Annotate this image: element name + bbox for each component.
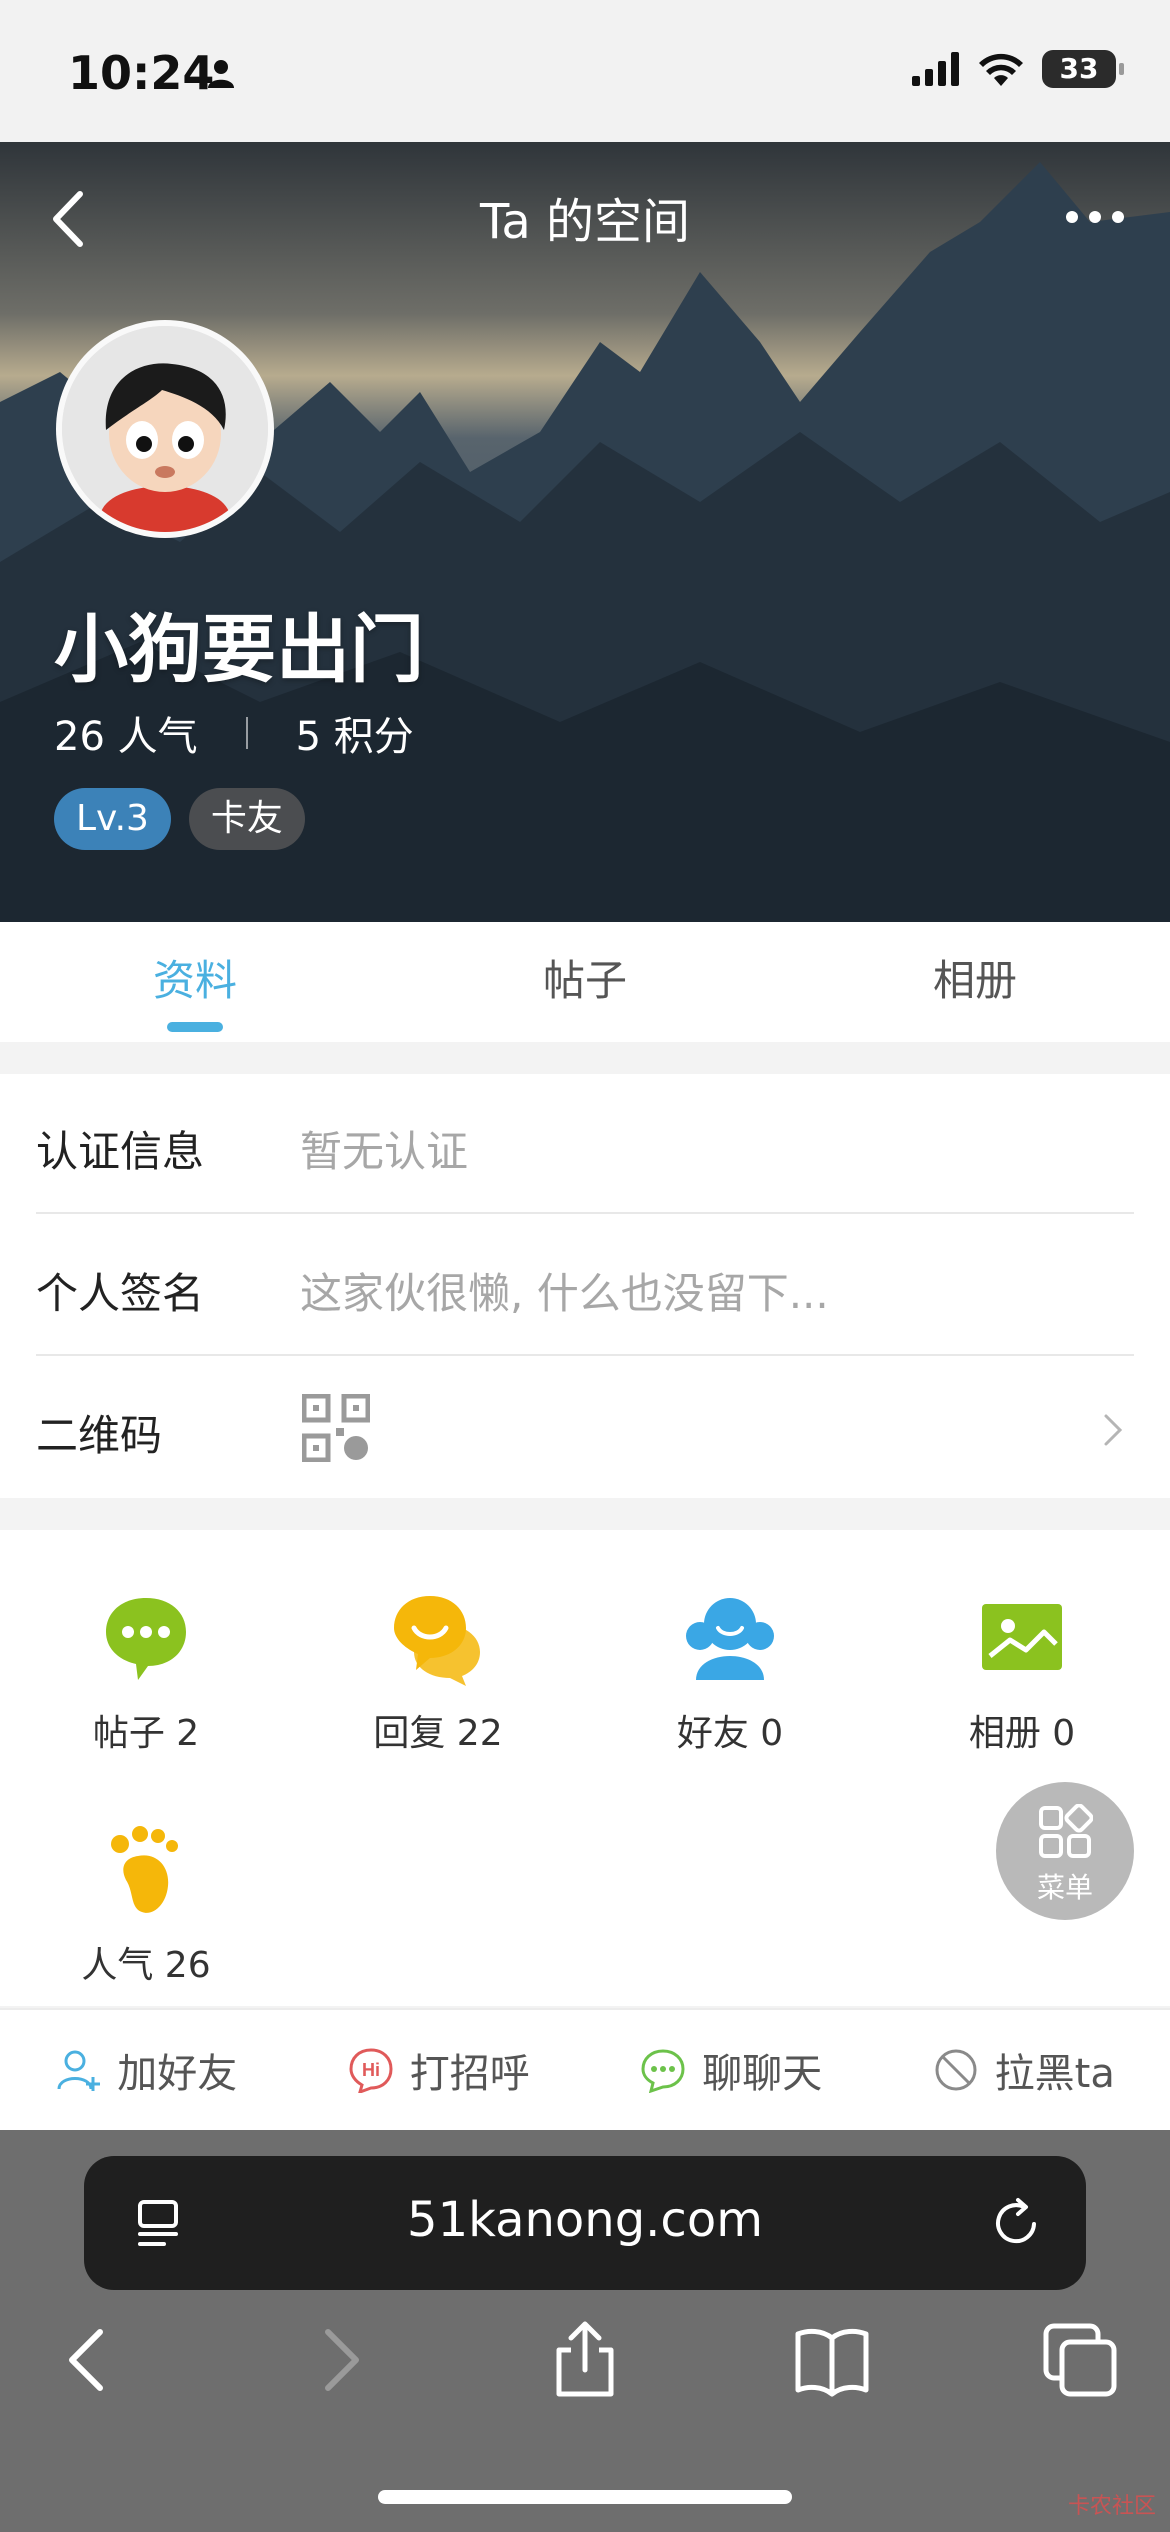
grid-menu-icon [1039,1803,1094,1858]
profile-stats: 26 人气 5 积分 [54,704,414,762]
chat-button[interactable]: 聊聊天 [585,2010,878,2130]
certification-value: 暂无认证 [300,1127,469,1176]
reply-bubbles-icon [394,1596,480,1686]
wifi-icon [979,53,1023,86]
stats-divider [245,717,248,749]
profile-hero: Ta 的空间 小狗要出门 26 人气 5 积分 Lv.3 卡友 [0,142,1170,922]
action-label: 打招呼 [409,2051,530,2097]
grid-item-popularity[interactable]: 人气 26 [16,1822,276,1988]
grid-item-friends[interactable]: 好友 0 [600,1590,860,1756]
grid-item-posts[interactable]: 帖子 2 [16,1590,276,1756]
forward-arrow-icon[interactable] [300,2320,380,2400]
grid-label: 相册 0 [968,1713,1076,1754]
tab-posts[interactable]: 帖子 [390,922,780,1042]
chat-icon [641,2049,685,2093]
row-divider [36,1354,1134,1356]
page-title: Ta 的空间 [479,194,691,250]
footprint-icon [111,1826,178,1913]
status-bar: 10:24 33 [0,0,1170,142]
address-bar[interactable]: 51kanong.com [84,2156,1086,2290]
block-icon [935,2049,977,2091]
hi-icon: Hi [349,2048,393,2093]
status-time: 10:24 [68,46,215,100]
browser-toolbar: 51kanong.com 卡农社区 [0,2130,1170,2532]
signature-label: 个人签名 [36,1269,205,1318]
add-friend-button[interactable]: 加好友 [0,2010,293,2130]
action-label: 加好友 [117,2051,238,2097]
signature-row: 个人签名 这家伙很懒, 什么也没留下... [0,1216,1170,1356]
home-indicator [378,2490,792,2504]
grid-item-replies[interactable]: 回复 22 [308,1590,568,1756]
badges: Lv.3 卡友 [54,788,305,850]
tab-album[interactable]: 相册 [780,922,1170,1042]
signal-icon [912,52,959,86]
action-label: 聊聊天 [702,2051,823,2097]
share-icon[interactable] [545,2320,625,2400]
block-button[interactable]: 拉黑ta [878,2010,1170,2130]
level-badge: Lv.3 [54,788,171,850]
username: 小狗要出门 [54,607,424,693]
album-icon [982,1604,1062,1670]
qrcode-row[interactable]: 二维码 [0,1358,1170,1498]
url-text: 51kanong.com [407,2192,763,2248]
browser-nav [0,2320,1170,2430]
say-hi-button[interactable]: Hi 打招呼 [293,2010,586,2130]
grid-item-album[interactable]: 相册 0 [892,1590,1152,1756]
tab-bar: 资料 帖子 相册 [0,922,1170,1042]
add-friend-icon [57,2050,101,2091]
more-options-button[interactable] [1060,190,1130,244]
status-indicators: 33 [912,50,1124,88]
qrcode-label: 二维码 [36,1411,163,1460]
popularity-count: 26 人气 [54,714,198,760]
certification-label: 认证信息 [36,1127,205,1176]
cartoon-avatar-icon [62,326,268,532]
avatar[interactable] [56,320,274,538]
info-list: 认证信息 暂无认证 个人签名 这家伙很懒, 什么也没留下... 二维码 [0,1074,1170,1498]
battery-indicator: 33 [1042,50,1124,88]
menu-button[interactable]: 菜单 [996,1782,1134,1920]
bookmarks-icon[interactable] [792,2320,872,2400]
friends-icon [686,1598,774,1680]
signature-value: 这家伙很懒, 什么也没留下... [300,1269,829,1318]
chat-bubble-icon [106,1598,186,1680]
watermark: 卡农社区 [1067,2494,1156,2519]
grid-label: 人气 26 [81,1945,211,1986]
tab-profile[interactable]: 资料 [0,922,390,1042]
role-badge: 卡友 [188,788,305,850]
qrcode-icon [302,1394,370,1462]
grid-label: 回复 22 [373,1713,503,1754]
menu-label: 菜单 [1036,1871,1093,1904]
action-bar: 加好友 Hi 打招呼 聊聊天 拉黑ta [0,2008,1170,2130]
grid-label: 帖子 2 [92,1713,200,1754]
action-label: 拉黑ta [994,2051,1115,2097]
grid-label: 好友 0 [676,1713,784,1754]
certification-row: 认证信息 暂无认证 [0,1074,1170,1214]
row-divider [36,1212,1134,1214]
reload-icon[interactable] [988,2194,1046,2252]
person-icon [208,60,234,88]
back-arrow-icon[interactable] [48,2320,128,2400]
svg-text:Hi: Hi [362,2060,380,2080]
stats-grid: 帖子 2 回复 22 好友 0 相册 0 人气 26 [0,1530,1170,2006]
tabs-icon[interactable] [1040,2320,1120,2400]
chevron-right-icon [1104,1414,1123,1446]
points-count: 5 积分 [295,714,414,760]
